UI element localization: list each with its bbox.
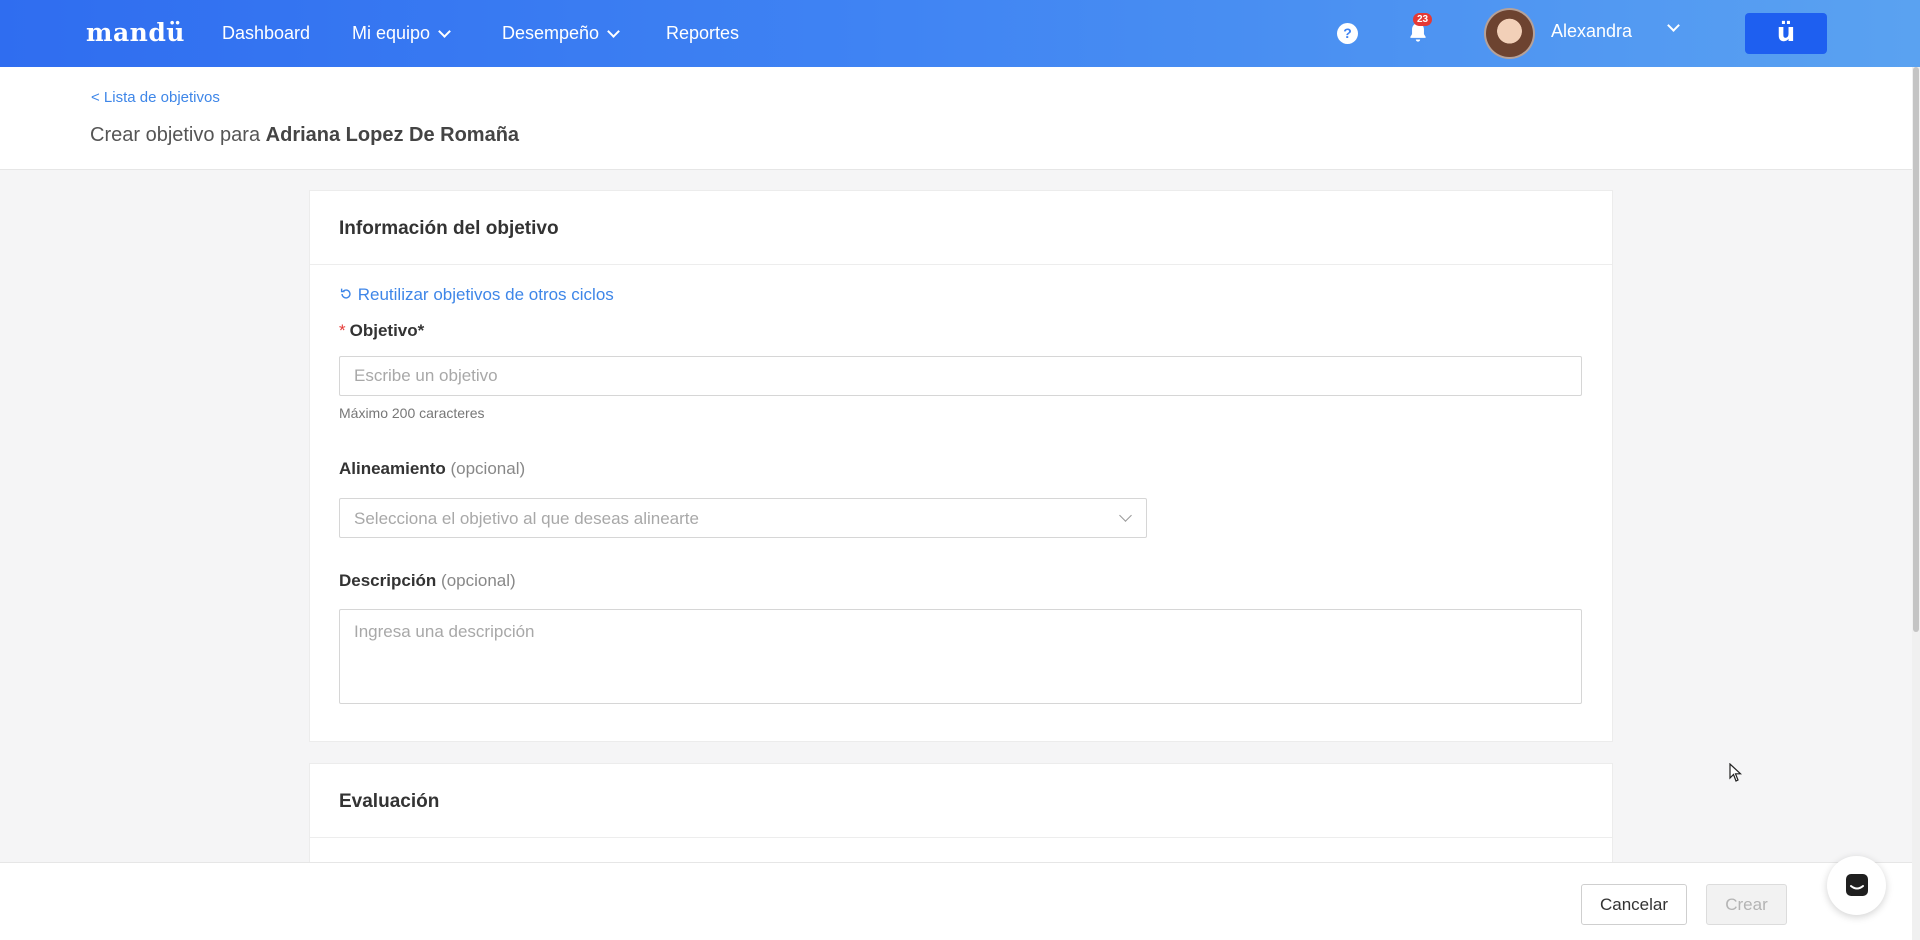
chevron-down-icon[interactable] (1667, 19, 1680, 32)
objective-hint: Máximo 200 caracteres (339, 405, 485, 421)
alignment-optional: (opcional) (450, 459, 526, 478)
page-title-prefix: Crear objetivo para (90, 124, 261, 146)
top-navbar: mandü Dashboard Mi equipo Desempeño Repo… (0, 0, 1920, 67)
footer-actions: Cancelar Crear (0, 862, 1912, 940)
description-label-text: Descripción (339, 571, 437, 590)
objective-label-text: Objetivo* (349, 321, 425, 340)
logo[interactable]: mandü (86, 18, 185, 47)
page-title: Crear objetivo para Adriana Lopez De Rom… (90, 124, 519, 147)
nav-reportes[interactable]: Reportes (666, 23, 739, 44)
objective-label: * Objetivo* (339, 321, 424, 341)
chat-launcher[interactable] (1827, 856, 1886, 915)
description-label: Descripción (opcional) (339, 571, 516, 591)
cursor-icon (1729, 763, 1743, 782)
page-header: < Lista de objetivos Crear objetivo para… (0, 67, 1912, 170)
page-title-name: Adriana Lopez De Romaña (265, 124, 520, 146)
avatar[interactable] (1484, 8, 1535, 59)
chevron-down-icon (438, 24, 451, 38)
nav-mi-equipo[interactable]: Mi equipo (352, 23, 451, 44)
nav-reportes-label: Reportes (666, 23, 740, 43)
refresh-icon (340, 288, 351, 299)
cancel-button[interactable]: Cancelar (1581, 884, 1687, 925)
alignment-placeholder: Selecciona el objetivo al que deseas ali… (354, 509, 699, 528)
required-mark: * (339, 321, 346, 340)
chevron-down-icon (1119, 509, 1132, 522)
nav-desempeno[interactable]: Desempeño (502, 23, 620, 44)
help-icon[interactable]: ? (1337, 23, 1358, 44)
divider (310, 264, 1612, 265)
objective-input[interactable] (339, 356, 1582, 396)
description-optional: (opcional) (441, 571, 516, 590)
objective-info-card: Información del objetivo Reutilizar obje… (309, 190, 1613, 742)
chat-icon (1846, 874, 1868, 896)
alignment-select[interactable]: Selecciona el objetivo al que deseas ali… (339, 498, 1147, 538)
brand-button[interactable]: ü (1745, 13, 1827, 54)
nav-mi-equipo-label: Mi equipo (352, 23, 431, 43)
chevron-down-icon (607, 24, 620, 38)
create-button[interactable]: Crear (1706, 884, 1787, 925)
user-name[interactable]: Alexandra (1551, 21, 1632, 42)
nav-dashboard[interactable]: Dashboard (222, 23, 310, 44)
description-textarea[interactable] (339, 609, 1582, 704)
nav-dashboard-label: Dashboard (222, 23, 311, 43)
card-title: Evaluación (339, 791, 440, 812)
card-title: Información del objetivo (339, 218, 559, 239)
reuse-objectives-label: Reutilizar objetivos de otros ciclos (357, 285, 614, 304)
alignment-label-text: Alineamiento (339, 459, 446, 478)
alignment-label: Alineamiento (opcional) (339, 459, 525, 479)
breadcrumb-back-link[interactable]: < Lista de objetivos (91, 89, 220, 106)
divider (310, 837, 1612, 838)
reuse-objectives-link[interactable]: Reutilizar objetivos de otros ciclos (339, 285, 614, 305)
notification-badge: 23 (1413, 13, 1433, 26)
nav-desempeno-label: Desempeño (502, 23, 600, 43)
scrollbar-thumb[interactable] (1913, 67, 1919, 632)
